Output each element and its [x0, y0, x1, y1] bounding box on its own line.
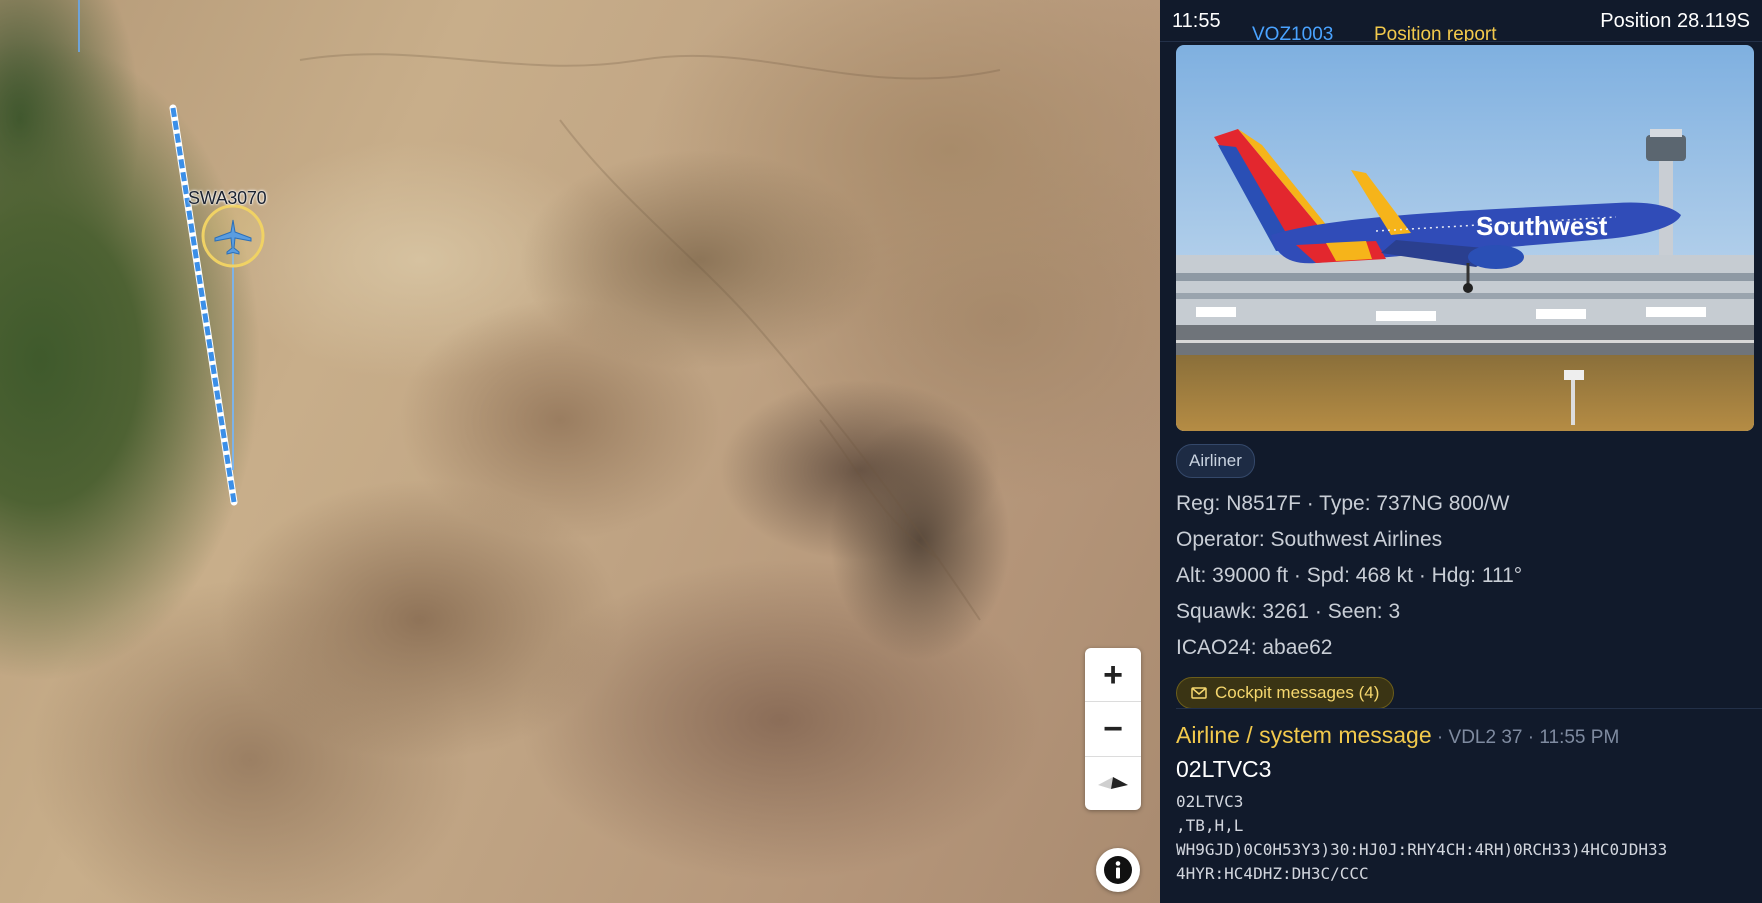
flight-detail-panel: 11:55 VOZ1003 Position report Position 2…: [1160, 0, 1762, 903]
livery-text: Southwest: [1476, 211, 1608, 241]
aircraft-details: Airliner Reg: N8517F · Type: 737NG 800/W…: [1176, 444, 1754, 660]
map-zoom-controls: + −: [1085, 648, 1141, 810]
message-meta: · VDL2 37 · 11:55 PM: [1431, 727, 1620, 748]
zoom-in-icon: +: [1103, 655, 1123, 694]
aircraft-category-badge: Airliner: [1176, 444, 1255, 478]
info-icon: [1104, 856, 1132, 884]
message-label: 02LTVC3: [1176, 756, 1272, 782]
reset-bearing-button[interactable]: [1085, 757, 1141, 810]
message-title: Airline / system message: [1176, 722, 1432, 748]
ticker-message-type: Position report: [1374, 24, 1497, 42]
info-button[interactable]: [1096, 848, 1140, 892]
ticker-time: 11:55: [1172, 10, 1221, 32]
operator: Operator: Southwest Airlines: [1176, 528, 1443, 551]
zoom-out-button[interactable]: −: [1085, 702, 1141, 757]
message-body: 02LTVC3 ,TB,H,L WH9GJD)0C0H53Y3)30:HJ0J:…: [1176, 792, 1668, 883]
flight-label[interactable]: SWA3070: [188, 188, 267, 209]
icao24: ICAO24: abae62: [1176, 636, 1333, 659]
zoom-out-icon: −: [1103, 709, 1123, 748]
message-ticker: 11:55 VOZ1003 Position report Position 2…: [1160, 0, 1762, 42]
compass-icon: [1098, 777, 1128, 790]
divider: [1176, 708, 1762, 709]
cockpit-messages-label: Cockpit messages (4): [1215, 683, 1380, 702]
message-header: Airline / system message · VDL2 37 · 11:…: [1176, 722, 1619, 749]
map-overlay: [78, 0, 1001, 621]
airplane-icon[interactable]: [211, 216, 255, 256]
alt-speed-heading: Alt: 39000 ft · Spd: 468 kt · Hdg: 111°: [1176, 564, 1523, 587]
zoom-in-button[interactable]: +: [1085, 648, 1141, 703]
squawk-seen: Squawk: 3261 · Seen: 3: [1176, 600, 1401, 623]
ticker-position: Position 28.119S: [1600, 10, 1750, 32]
aircraft-photo: Southwest: [1176, 45, 1754, 431]
ticker-flight-id[interactable]: VOZ1003: [1252, 24, 1333, 41]
map-view[interactable]: SWA3070 + −: [0, 0, 1160, 903]
reg-type: Reg: N8517F · Type: 737NG 800/W: [1176, 492, 1510, 515]
cockpit-messages-toggle[interactable]: Cockpit messages (4): [1176, 677, 1395, 709]
envelope-icon: [1191, 687, 1207, 699]
